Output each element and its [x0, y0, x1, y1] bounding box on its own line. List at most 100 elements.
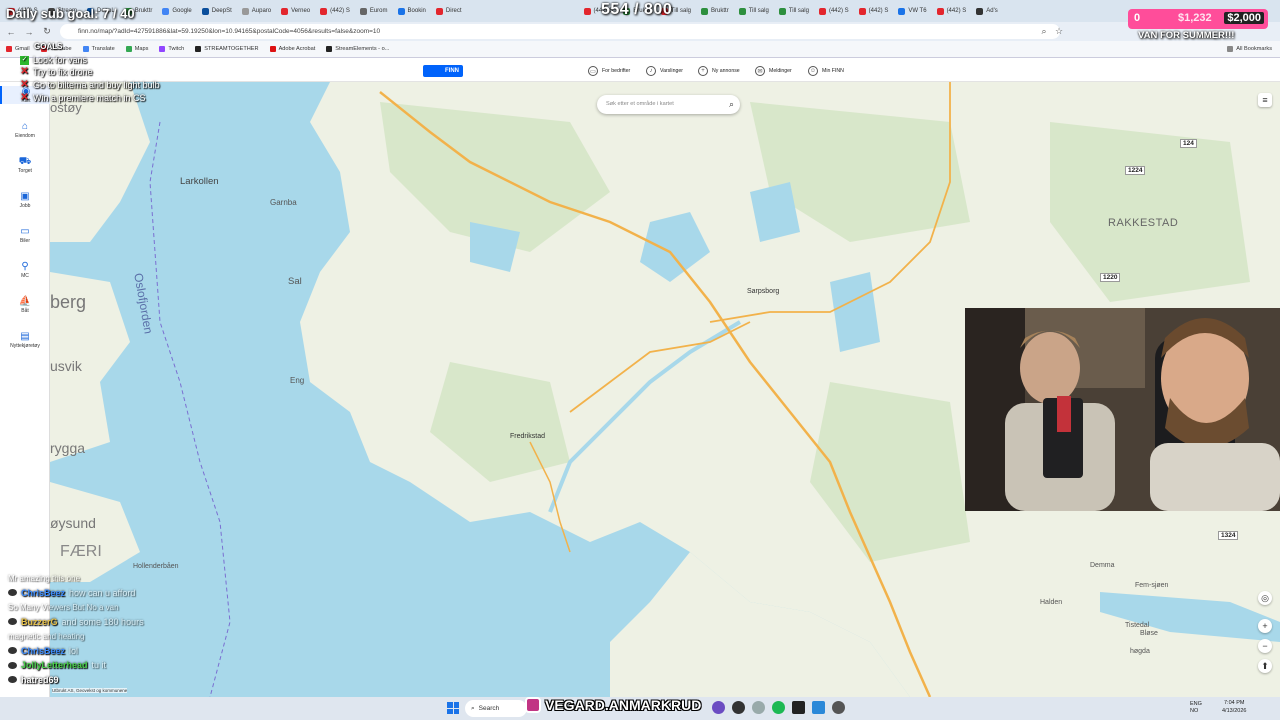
browser-tab[interactable]: Till salg — [735, 2, 773, 20]
sidebar-item-eiendom[interactable]: ⌂ Eiendom — [0, 121, 50, 139]
bookmark-item[interactable]: STREAMTOGETHER — [195, 46, 259, 52]
map-search-placeholder: Søk etter et område i kartet — [606, 101, 674, 107]
tab-favicon-icon — [818, 7, 826, 15]
browser-tab[interactable]: (442) S — [855, 2, 893, 20]
goal-text: Win a premiere match in CS — [33, 92, 146, 103]
compass-icon[interactable]: ⬆ — [1258, 659, 1272, 673]
tab-favicon-icon — [320, 7, 328, 15]
site-nav-4[interactable]: ✉ Meldinger — [755, 64, 792, 78]
language-indicator[interactable]: ENG NO — [1190, 701, 1202, 715]
finn-logo[interactable]: FINN — [423, 65, 463, 77]
browser-tab[interactable]: Auparo — [238, 2, 275, 20]
taskbar-clock[interactable]: 7:04 PM 4/13/2026 — [1222, 699, 1246, 715]
browser-tab[interactable]: Direct — [432, 2, 466, 20]
bookmark-icon — [269, 46, 276, 52]
browser-tab[interactable]: VW T6 — [894, 2, 930, 20]
tab-favicon-icon — [898, 7, 906, 15]
bookmark-item[interactable]: All Bookmarks — [1227, 46, 1272, 52]
sidebar-item-mc[interactable]: ⚲ MC — [0, 261, 50, 279]
zoom-out-button[interactable]: − — [1258, 639, 1272, 653]
tab-favicon-icon — [359, 7, 367, 15]
browser-tab[interactable]: (442) S — [933, 2, 971, 20]
browser-tab[interactable]: (442) S — [815, 2, 853, 20]
tab-favicon-icon — [936, 7, 944, 15]
map-label-fredrikstad: Fredrikstad — [510, 433, 546, 440]
zoom-icon[interactable]: ⌕ — [1037, 25, 1051, 39]
site-nav-1[interactable]: ▭ For bedrifter — [588, 64, 630, 78]
chat-username[interactable]: BuzzerG — [21, 617, 58, 627]
spotify-icon[interactable] — [772, 701, 785, 714]
chrome-icon[interactable] — [752, 701, 765, 714]
sidebar-item-torget[interactable]: ⛟ Torget — [0, 156, 50, 174]
site-nav-5[interactable]: ☺ Min FINN — [808, 64, 844, 78]
browser-tab[interactable]: Brukttr — [697, 2, 733, 20]
map-label-blose: Bløse — [1140, 630, 1158, 637]
clock-time: 7:04 PM — [1223, 700, 1245, 706]
tab-favicon-icon — [858, 7, 866, 15]
sidebar-item-båt[interactable]: ⛵ Båt — [0, 296, 50, 314]
cross-icon: ✕ — [20, 66, 29, 78]
browser-tab[interactable]: Bookin — [394, 2, 430, 20]
browser-tab[interactable]: (442) S — [316, 2, 354, 20]
goal-text: Try to fix drone — [33, 67, 93, 78]
back-icon[interactable]: ← — [4, 25, 18, 39]
terminal-icon[interactable] — [792, 701, 805, 714]
chat-message: ChrisBeez how can u afford — [8, 586, 198, 601]
sidebar-item-biler[interactable]: ▭ Biler — [0, 226, 50, 244]
van-icon: ▤ — [20, 331, 30, 342]
chat-message: hatred69 — [8, 673, 198, 688]
tab-favicon-icon — [281, 7, 289, 15]
bookmark-label: All Bookmarks — [1236, 46, 1272, 52]
taskbar-search-label: Search — [478, 705, 500, 712]
map-copyright: Utbrukt AS, Geovekst og kommunene — [52, 688, 128, 693]
bookmark-star-icon[interactable]: ☆ — [1052, 25, 1066, 39]
chat-username[interactable]: ChrisBeez — [21, 646, 65, 656]
obs-icon[interactable] — [712, 701, 725, 714]
road-shield-1324: 1324 — [1218, 531, 1239, 540]
chat-username[interactable]: hatred69 — [21, 675, 59, 685]
chat-message: JollyLetterhead tu it — [8, 658, 198, 673]
map-label-halden: Halden — [1040, 599, 1063, 606]
browser-tab[interactable]: Till salg — [775, 2, 813, 20]
tab-favicon-icon — [397, 7, 405, 15]
donation-target: $2,000 — [1224, 12, 1264, 24]
sidebar-item-label: Båt — [21, 308, 29, 314]
map-search-input[interactable]: Søk etter et område i kartet ⌕ — [597, 95, 740, 114]
locate-icon[interactable]: ◎ — [1258, 591, 1272, 605]
browser-tab[interactable]: Verneo — [277, 2, 314, 20]
bookmark-item[interactable]: Adobe Acrobat — [269, 46, 315, 52]
goal-item: ✕ Try to fix drone — [20, 66, 160, 79]
chat-username[interactable]: JollyLetterhead — [21, 660, 88, 670]
start-icon[interactable] — [447, 702, 459, 714]
site-nav-3[interactable]: + Ny annonse — [698, 64, 740, 78]
bookmark-icon — [195, 46, 202, 52]
chat-badge-icon — [8, 589, 17, 597]
tab-label: Till salg — [788, 8, 809, 14]
sidebar-item-nyttekjøretøy[interactable]: ▤ Nyttekjøretøy — [0, 331, 50, 349]
map-label-eng: Eng — [290, 376, 305, 385]
browser-tab[interactable]: Eurom — [356, 2, 392, 20]
bookmark-icon — [159, 46, 166, 52]
browser-tab[interactable]: Ad's — [972, 2, 1001, 20]
map-label-sarpsborg: Sarpsborg — [747, 288, 780, 295]
browser-tab[interactable]: DeepSt — [198, 2, 236, 20]
steam-icon[interactable] — [732, 701, 745, 714]
taskbar-search[interactable]: ⌕ Search — [465, 700, 527, 717]
chat-username[interactable]: ChrisBeez — [21, 588, 65, 598]
map-label-femsjoen: Fem-sjøen — [1135, 582, 1169, 589]
sidebar-item-jobb[interactable]: ▣ Jobb — [0, 191, 50, 209]
bookmark-item[interactable]: StreamElements - o... — [326, 46, 389, 52]
bookmark-item[interactable]: Twitch — [159, 46, 184, 52]
layers-icon[interactable]: ≡ — [1258, 93, 1272, 107]
forward-icon[interactable]: → — [22, 25, 36, 39]
chat-message: BuzzerG and some 180 hours — [8, 615, 198, 630]
car-icon: ▭ — [20, 226, 30, 237]
sidebar-item-label: Nyttekjøretøy — [10, 343, 40, 349]
zoom-in-button[interactable]: + — [1258, 619, 1272, 633]
photos-icon[interactable] — [812, 701, 825, 714]
browser-tab[interactable]: Google — [158, 2, 195, 20]
url-input[interactable]: finn.no/map/?adId=427591886&lat=59.19250… — [60, 24, 1060, 39]
reload-icon[interactable]: ↻ — [40, 25, 54, 39]
site-nav-2[interactable]: ♪ Varslinger — [646, 64, 683, 78]
settings-gear-icon[interactable] — [832, 701, 845, 714]
